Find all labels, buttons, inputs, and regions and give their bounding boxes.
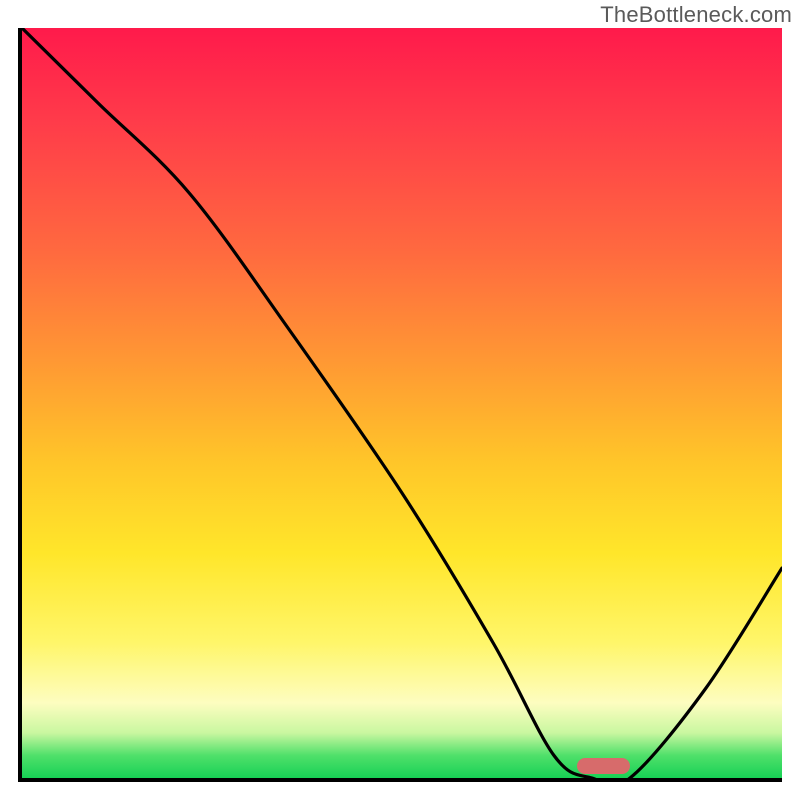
watermark-text: TheBottleneck.com — [600, 2, 792, 28]
optimum-marker — [577, 758, 630, 774]
bottleneck-curve — [22, 28, 782, 778]
chart-plot-area — [18, 28, 782, 782]
